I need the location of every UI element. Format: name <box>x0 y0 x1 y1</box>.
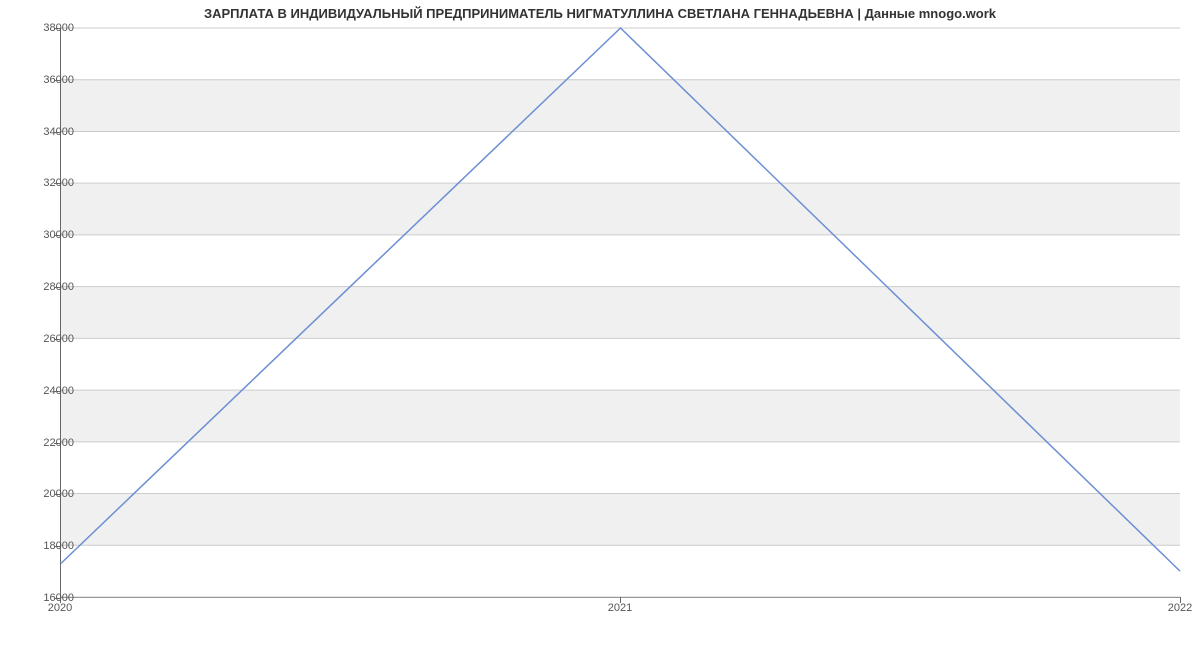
y-tick <box>54 494 60 495</box>
x-tick-label: 2020 <box>48 602 72 614</box>
y-tick <box>54 235 60 236</box>
x-tick-label: 2021 <box>608 602 632 614</box>
y-tick <box>54 391 60 392</box>
y-tick-label: 22000 <box>24 437 74 449</box>
y-tick-label: 38000 <box>24 22 74 34</box>
x-tick <box>1180 597 1181 603</box>
y-tick <box>54 28 60 29</box>
y-tick <box>54 443 60 444</box>
y-tick-label: 28000 <box>24 281 74 293</box>
y-tick <box>54 339 60 340</box>
y-tick-label: 36000 <box>24 74 74 86</box>
plot-area <box>60 28 1180 598</box>
y-tick <box>54 132 60 133</box>
y-tick <box>54 183 60 184</box>
y-tick <box>54 80 60 81</box>
chart-title: ЗАРПЛАТА В ИНДИВИДУАЛЬНЫЙ ПРЕДПРИНИМАТЕЛ… <box>0 6 1200 21</box>
x-tick-label: 2022 <box>1168 602 1192 614</box>
y-tick-label: 20000 <box>24 488 74 500</box>
y-tick-label: 34000 <box>24 126 74 138</box>
y-tick-label: 30000 <box>24 229 74 241</box>
x-tick <box>620 597 621 603</box>
y-tick-label: 24000 <box>24 385 74 397</box>
y-tick-label: 32000 <box>24 177 74 189</box>
line-layer <box>61 28 1180 597</box>
x-tick <box>60 597 61 603</box>
y-tick <box>54 546 60 547</box>
y-tick <box>54 287 60 288</box>
chart-container: ЗАРПЛАТА В ИНДИВИДУАЛЬНЫЙ ПРЕДПРИНИМАТЕЛ… <box>0 0 1200 650</box>
y-tick-label: 26000 <box>24 333 74 345</box>
y-tick-label: 18000 <box>24 540 74 552</box>
